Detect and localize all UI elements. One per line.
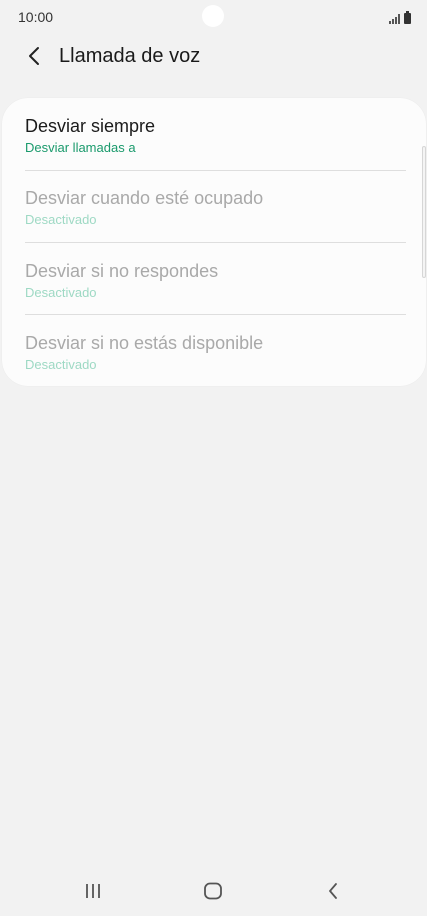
battery-icon bbox=[404, 11, 411, 24]
list-item-title: Desviar si no respondes bbox=[25, 261, 219, 281]
recent-apps-icon bbox=[86, 884, 100, 898]
home-icon bbox=[204, 882, 222, 900]
list-item-forward-no-answer[interactable]: Desviar si no respondes Desactivado bbox=[25, 259, 405, 331]
home-button[interactable] bbox=[193, 878, 233, 904]
divider bbox=[25, 242, 406, 243]
page-title: Llamada de voz bbox=[59, 45, 201, 67]
list-item-forward-unavailable[interactable]: Desviar si no estás disponible Desactiva… bbox=[25, 331, 405, 403]
status-icons bbox=[389, 10, 411, 24]
recent-apps-button[interactable] bbox=[73, 878, 113, 904]
back-button[interactable] bbox=[20, 42, 48, 70]
divider bbox=[25, 170, 406, 171]
navigation-bar bbox=[0, 868, 427, 916]
forwarding-options-card: Desviar siempre Desviar llamadas a Desvi… bbox=[2, 98, 426, 386]
camera-cutout bbox=[202, 5, 224, 27]
list-item-subtitle: Desviar llamadas a bbox=[25, 140, 136, 155]
list-item-title: Desviar cuando esté ocupado bbox=[25, 188, 264, 208]
back-icon bbox=[329, 883, 337, 899]
list-item-subtitle: Desactivado bbox=[25, 357, 97, 372]
chevron-left-icon bbox=[29, 47, 39, 65]
list-item-subtitle: Desactivado bbox=[25, 285, 97, 300]
list-item-title: Desviar si no estás disponible bbox=[25, 333, 264, 353]
nav-back-button[interactable] bbox=[313, 878, 353, 904]
list-item-always-forward[interactable]: Desviar siempre Desviar llamadas a bbox=[25, 114, 405, 186]
status-bar: 10:00 bbox=[0, 0, 427, 32]
list-item-forward-when-busy[interactable]: Desviar cuando esté ocupado Desactivado bbox=[25, 186, 405, 258]
scroll-indicator[interactable] bbox=[422, 146, 426, 278]
list-item-title: Desviar siempre bbox=[25, 116, 156, 136]
divider bbox=[25, 314, 406, 315]
list-item-subtitle: Desactivado bbox=[25, 212, 97, 227]
app-bar: Llamada de voz bbox=[0, 36, 427, 78]
status-time: 10:00 bbox=[18, 9, 54, 25]
signal-icon bbox=[389, 14, 400, 24]
